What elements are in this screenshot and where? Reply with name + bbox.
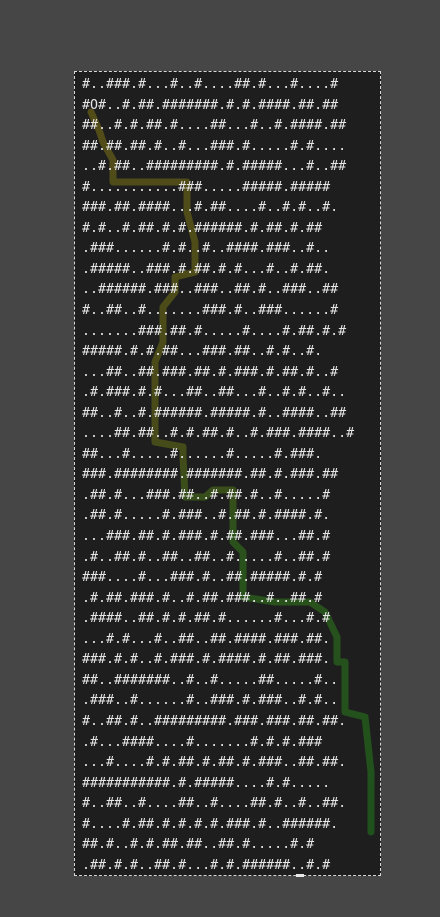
- maze-row: #....#.##.#.#.#.#.###.#..######.: [82, 816, 339, 832]
- maze-row: .##.#.#..##.#...#.#.######..#.#: [82, 857, 331, 873]
- maze-row: ...##..##.###.##.#.###.#.##.#..#: [82, 364, 339, 380]
- maze-row: .##.#.....#.###..#.##.#.####.#.: [82, 508, 331, 524]
- maze-row: ..#.##..#########.#.#####...#..##: [82, 159, 347, 175]
- maze-row: #O#..#.##.#######.#.#.####.##.##: [82, 97, 339, 113]
- maze-row: ###.########.#######.##.#.###.##: [82, 467, 339, 483]
- maze-row: ###....#...###.#..##.#####.#.#: [82, 570, 323, 586]
- maze-row: .......###.##.#.....#....#.##.#.#: [82, 323, 347, 339]
- maze-row: ...#....#.#.##.#.##.#.###..##.##.: [82, 755, 347, 771]
- maze-row: .#####..###.#.##.#.#...#..#.##.: [82, 261, 331, 277]
- maze-row: .##.#...###.##..#.##.#..#.....#: [82, 487, 331, 503]
- maze-row: .#..##.#..##..##..#.....#..##.#: [82, 549, 331, 565]
- maze-panel: #..###.#...#..#....##.#...#....# #O#..#.#…: [74, 71, 381, 876]
- maze-row: ...###.##.#.###.#.##.###...##.#: [82, 529, 331, 545]
- maze-row: #..##.#..#########.###.###.##.##.: [82, 713, 347, 729]
- maze-row: .#...####....#.......#.#.#.###: [82, 734, 323, 750]
- maze-row: ##...#.....#......#.....#.###.: [82, 446, 323, 462]
- maze-row: ..######.###..###..##.#..###..##: [82, 282, 339, 298]
- maze-row: ###########.#.#####....#.#.....: [82, 775, 331, 791]
- maze-row: ##.#..#.#.##.##..##.#.....#.#: [82, 837, 315, 853]
- maze-row: #..##..#.......###.#..###......#: [82, 303, 339, 319]
- maze-row: ##..#######..#..#.....##.....#..: [82, 672, 339, 688]
- maze-row: .###......#.#..#..####.###..#..: [82, 241, 331, 257]
- maze-row: ##.##.##.#..#...###.#.....#.#....: [82, 138, 347, 154]
- maze-row: ##..#.#.##.#....##...#..#.####.##: [82, 118, 347, 134]
- maze-row: ....##.##..#.#.##.#..#.###.####..#: [82, 426, 355, 442]
- maze-row: #..###.#...#..#....##.#...#....#: [82, 77, 339, 92]
- maze-row: #####.#.#.##...###.##..#.#..#.: [82, 344, 323, 360]
- maze-row: .#.##.###.#..#.##.###..#..##.#: [82, 590, 323, 606]
- maze-row: ##..#..#.######.#####.#..####..##: [82, 405, 347, 421]
- maze-row: ...#.#...#..##..##.####.###.##.: [82, 631, 331, 647]
- maze-grid: #..###.#...#..#....##.#...#....# #O#..#.#…: [82, 75, 355, 875]
- maze-row: .####..##.#.#.##.#......#...#.#: [82, 611, 331, 627]
- maze-row: ###.#.#..#.###.#.####.#.##.###.: [82, 652, 331, 668]
- maze-row: #...........###.....#####.#####: [82, 179, 331, 195]
- maze-row: .#.###.#.#...##..##...#..#.#..#..: [82, 385, 347, 401]
- maze-row: ###.##.####...#.##....#..#.#..#.: [82, 200, 339, 216]
- maze-row: #..##..#....##..#....##.#..#..##.: [82, 796, 347, 812]
- scroll-handle[interactable]: [296, 874, 304, 877]
- maze-row: .###..#......#..###.#.###..#.#..: [82, 693, 339, 709]
- maze-row: #.#..#.##.#.#.######.#.##.#.##: [82, 220, 323, 236]
